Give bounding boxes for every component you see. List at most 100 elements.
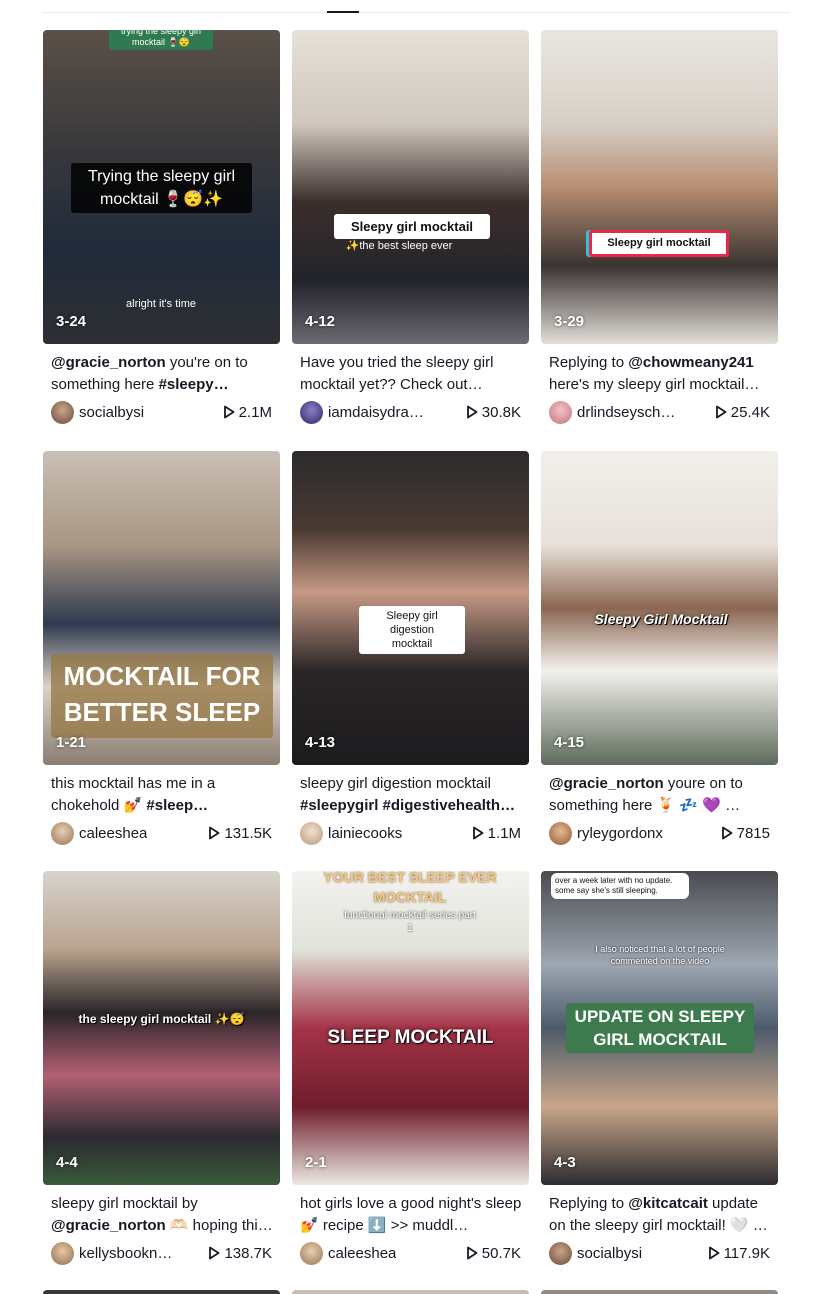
caption-mention[interactable]: @gracie_norton (51, 354, 166, 371)
caption-text: Have you tried the sleepy girl mocktail … (300, 354, 494, 393)
caption-prefix: Replying to (549, 1195, 629, 1212)
video-caption[interactable]: Replying to @chowmeany241 here's my slee… (549, 352, 774, 396)
avatar[interactable] (51, 1241, 74, 1265)
video-caption[interactable]: sleepy girl digestion mocktail #sleepygi… (300, 773, 525, 817)
avatar[interactable] (51, 400, 74, 424)
avatar[interactable] (549, 400, 572, 424)
overlay-title: UPDATE ON SLEEPY GIRL MOCKTAIL (566, 1003, 754, 1053)
overlay-subtitle: I also noticed that a lot of people comm… (595, 944, 725, 966)
thumbnail-image (292, 30, 529, 344)
view-count: 30.8K (466, 403, 521, 421)
username[interactable]: caleeshea (79, 825, 147, 842)
username[interactable]: kellysbookn… (79, 1245, 172, 1262)
video-meta: socialbysi 117.9K (549, 1241, 770, 1265)
video-caption[interactable]: this mocktail has me in a chokehold 💅 #s… (51, 773, 276, 817)
view-count-value: 25.4K (730, 403, 770, 421)
video-caption[interactable]: Replying to @kitcatcait update on the sl… (549, 1193, 774, 1237)
caption-mention[interactable]: @chowmeany241 (628, 354, 754, 371)
video-meta: iamdaisydra… 30.8K (300, 400, 521, 424)
caption-mention[interactable]: @gracie_norton (549, 775, 664, 792)
play-icon (715, 405, 727, 419)
view-count: 50.7K (466, 1244, 521, 1262)
username[interactable]: socialbysi (577, 1245, 642, 1262)
caption-hashtag[interactable]: #sleepy… (159, 376, 229, 393)
play-icon (223, 405, 235, 419)
video-thumbnail[interactable]: YOUR BEST SLEEP EVER MOCKTAIL functional… (292, 871, 529, 1185)
avatar[interactable] (51, 821, 74, 845)
video-caption[interactable]: @gracie_norton you're on to something he… (51, 352, 276, 396)
video-thumbnail[interactable]: Sleepy girl mocktail 3-29 (541, 30, 778, 344)
overlay-title: Sleepy girl digestion mocktail (359, 606, 465, 654)
post-date: 3-29 (554, 313, 585, 330)
video-caption[interactable]: hot girls love a good night's sleep 💅 re… (300, 1193, 525, 1237)
username[interactable]: caleeshea (328, 1245, 396, 1262)
avatar[interactable] (300, 1241, 323, 1265)
post-date: 1-21 (56, 734, 87, 751)
username[interactable]: lainiecooks (328, 825, 402, 842)
overlay-top-text: over a week later with no update. some s… (551, 873, 689, 899)
post-date: 2-1 (305, 1154, 327, 1171)
play-icon (472, 826, 484, 840)
thumbnail-image (541, 30, 778, 344)
play-icon (209, 1246, 220, 1260)
video-thumbnail[interactable]: Sleepy Girl Mocktail 4-15 (541, 451, 778, 765)
view-count-value: 30.8K (481, 403, 521, 421)
next-row-thumbnail[interactable] (292, 1290, 529, 1294)
next-row-thumbnail[interactable] (43, 1290, 280, 1294)
overlay-title: Sleepy Girl Mocktail (594, 611, 728, 627)
view-count: 7815 (721, 824, 770, 842)
next-row-thumbnail[interactable] (541, 1290, 778, 1294)
video-meta: kellysbookn… 138.7K (51, 1241, 272, 1265)
thumbnail-image (541, 451, 778, 765)
play-icon (708, 1246, 719, 1260)
view-count: 131.5K (209, 825, 272, 842)
overlay-subtitle: functional mocktail series part 1 (344, 910, 476, 934)
caption-mention[interactable]: @gracie_norton (51, 1217, 166, 1234)
overlay-title: SLEEP MOCKTAIL (327, 1027, 494, 1048)
username[interactable]: ryleygordonx (577, 825, 663, 842)
avatar[interactable] (300, 400, 323, 424)
overlay-title: Sleepy girl mocktail (589, 230, 729, 257)
view-count: 117.9K (708, 1245, 770, 1262)
post-date: 4-15 (554, 734, 585, 751)
video-thumbnail[interactable]: trying the sleepy girl mocktail 🍷😴 Tryin… (43, 30, 280, 344)
overlay-title: Trying the sleepy girl mocktail 🍷😴✨ (71, 163, 252, 213)
avatar[interactable] (549, 821, 572, 845)
play-icon (466, 405, 478, 419)
active-tab-indicator (327, 11, 359, 13)
caption-text: sleepy girl mocktail by (51, 1195, 198, 1212)
caption-hashtag[interactable]: #sleep… (146, 797, 208, 814)
overlay-subtitle: ✨the best sleep ever (345, 240, 453, 252)
overlay-title: MOCKTAIL FOR BETTER SLEEP (51, 654, 273, 738)
view-count-value: 2.1M (238, 403, 272, 421)
overlay-subtitle: alright it's time (126, 298, 196, 310)
view-count-value: 7815 (736, 824, 770, 842)
overlay-top-text: YOUR BEST SLEEP EVER MOCKTAIL (323, 871, 497, 905)
video-meta: lainiecooks 1.1M (300, 821, 521, 845)
caption-text: here's my sleepy girl mocktail… (549, 376, 760, 393)
avatar[interactable] (549, 1241, 572, 1265)
overlay-top-text: trying the sleepy girl mocktail 🍷😴 (109, 30, 213, 50)
view-count-value: 50.7K (481, 1244, 521, 1262)
play-icon (209, 826, 220, 840)
username[interactable]: socialbysi (79, 404, 144, 421)
video-thumbnail[interactable]: over a week later with no update. some s… (541, 871, 778, 1185)
video-caption[interactable]: Have you tried the sleepy girl mocktail … (300, 352, 525, 396)
username[interactable]: drlindseysch… (577, 404, 675, 421)
caption-text: sleepy girl digestion mocktail (300, 775, 491, 792)
video-meta: socialbysi 2.1M (51, 400, 272, 424)
caption-hashtag[interactable]: #sleepygirl #digestivehealth… (300, 797, 515, 814)
video-thumbnail[interactable]: Sleepy girl digestion mocktail 4-13 (292, 451, 529, 765)
video-thumbnail[interactable]: the sleepy girl mocktail ✨😴 4-4 (43, 871, 280, 1185)
caption-mention[interactable]: @kitcatcait (628, 1195, 708, 1212)
video-meta: caleeshea 50.7K (300, 1241, 521, 1265)
video-meta: ryleygordonx 7815 (549, 821, 770, 845)
post-date: 4-13 (305, 734, 336, 751)
video-caption[interactable]: @gracie_norton youre on to something her… (549, 773, 774, 817)
username[interactable]: iamdaisydra… (328, 404, 424, 421)
play-icon (466, 1246, 478, 1260)
avatar[interactable] (300, 821, 323, 845)
video-thumbnail[interactable]: MOCKTAIL FOR BETTER SLEEP 1-21 (43, 451, 280, 765)
video-caption[interactable]: sleepy girl mocktail by @gracie_norton 🫶… (51, 1193, 276, 1237)
video-thumbnail[interactable]: Sleepy girl mocktail ✨the best sleep eve… (292, 30, 529, 344)
